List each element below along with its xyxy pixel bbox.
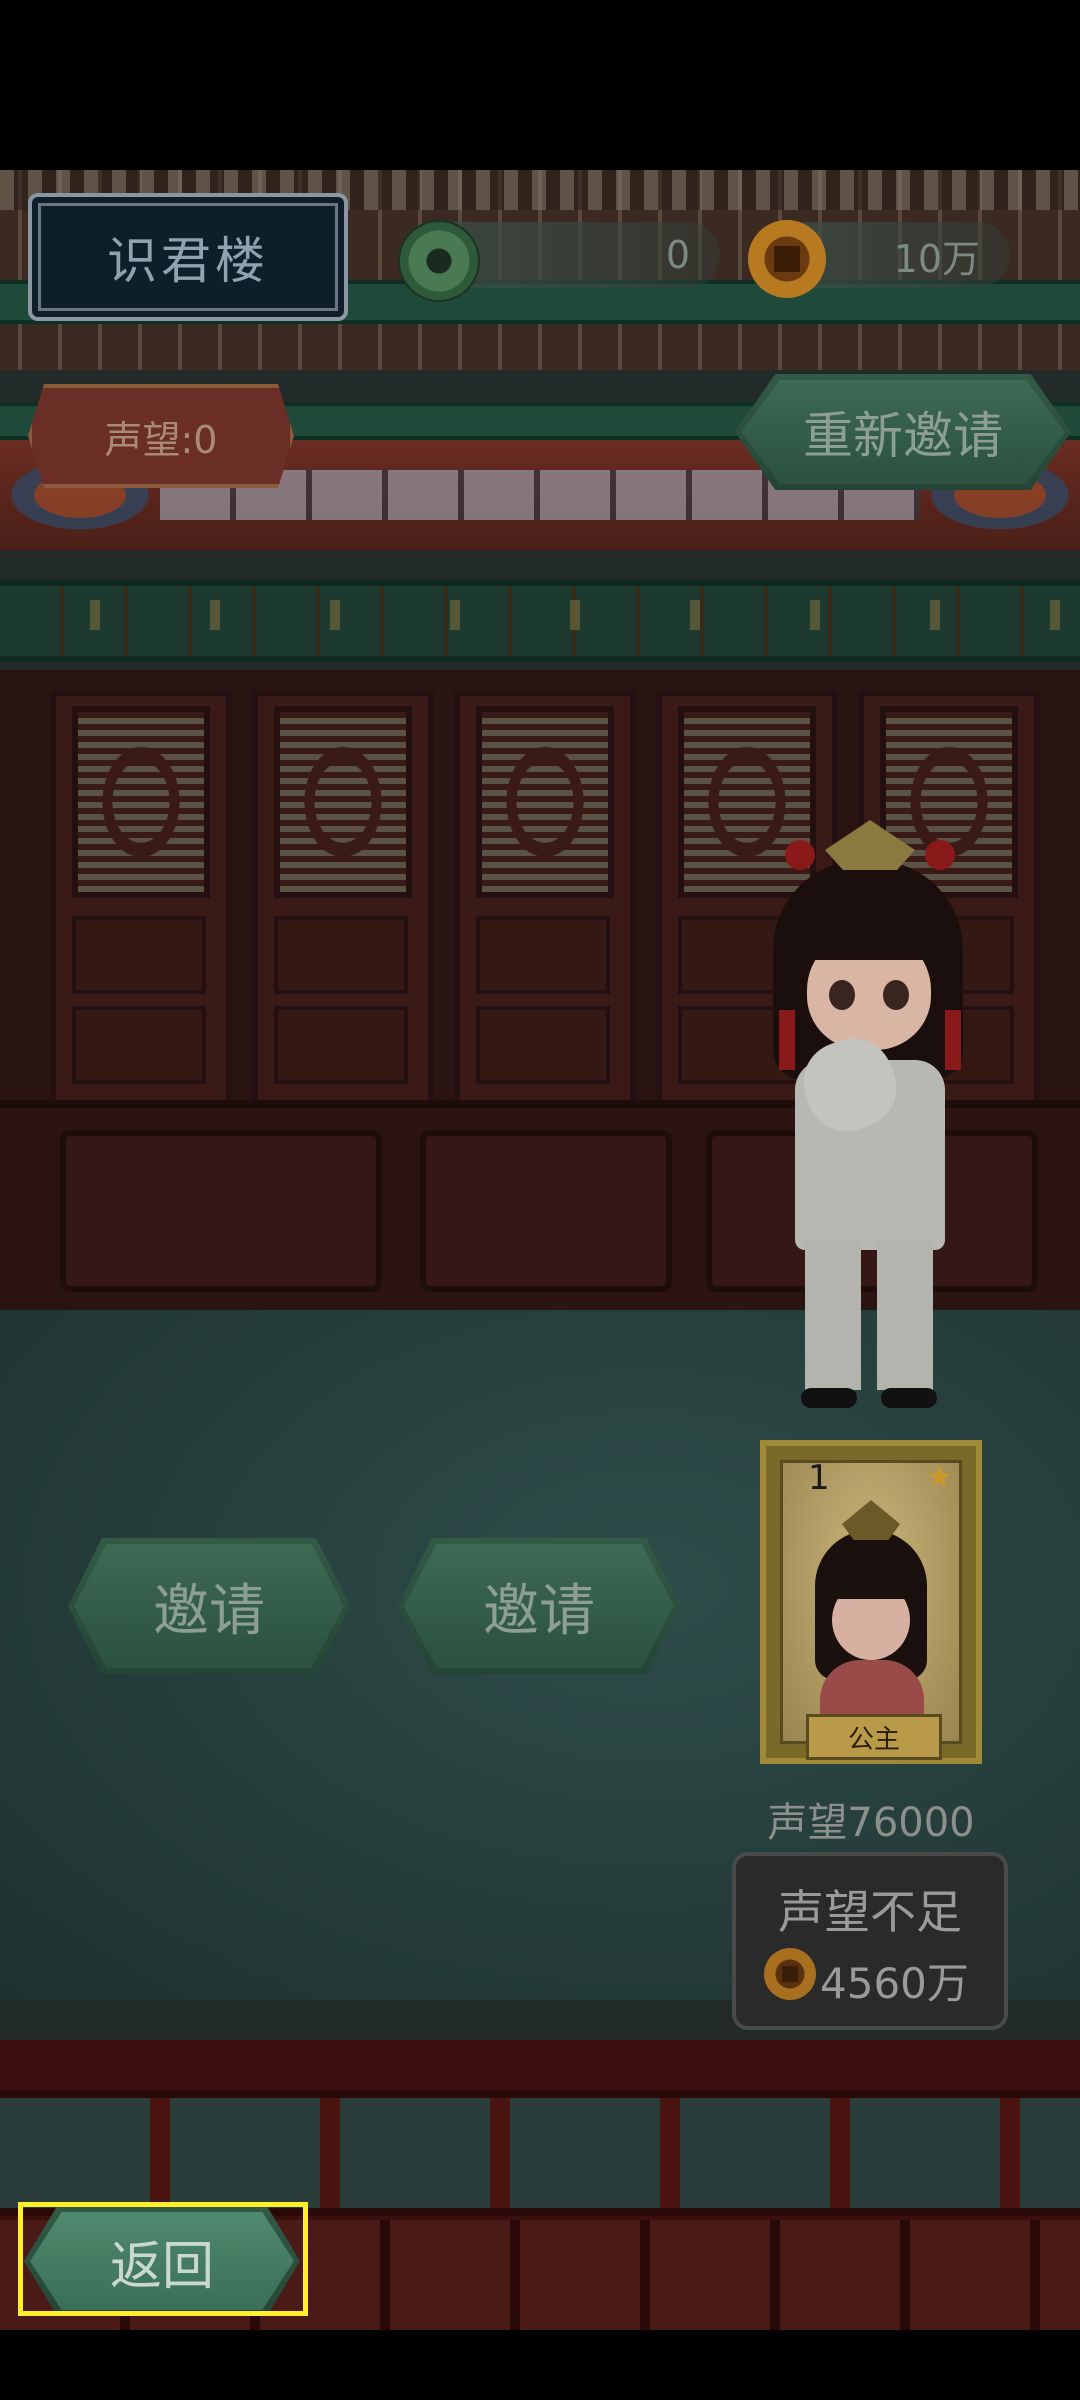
door-subpanel: [476, 1006, 610, 1084]
door-panel: [454, 690, 636, 1112]
character-leg: [877, 1240, 933, 1390]
invite-label: 邀请: [483, 1578, 595, 1644]
hair-bow: [785, 840, 815, 870]
back-button[interactable]: 返回: [24, 2206, 300, 2316]
door-subpanel: [476, 916, 610, 994]
invite-button-1[interactable]: 邀请: [68, 1538, 350, 1674]
portrait-body: [820, 1660, 924, 1716]
character-shoe: [801, 1388, 857, 1408]
character-eye: [829, 980, 855, 1010]
railing-diamonds: [0, 600, 1080, 630]
unlock-status: 声望不足: [778, 1885, 962, 1939]
unlock-cost: 4560万: [820, 1959, 969, 2008]
bottom-railing-band: [0, 2090, 1080, 2216]
hair-ornament: [825, 820, 915, 870]
reinvite-button[interactable]: 重新邀请: [735, 374, 1071, 490]
hair-bow: [925, 840, 955, 870]
door-subpanel: [274, 1006, 408, 1084]
door-subpanel: [72, 1006, 206, 1084]
jade-count: 0: [665, 233, 690, 277]
page-title: 识君楼: [28, 193, 348, 321]
gold-count: 10万: [893, 236, 980, 281]
card-rank: 1: [808, 1458, 830, 1498]
back-label: 返回: [109, 2236, 214, 2297]
wainscot-panel: [420, 1130, 672, 1292]
card-name: 公主: [806, 1714, 942, 1760]
reinvite-label: 重新邀请: [803, 407, 1003, 465]
character-shoe: [881, 1388, 937, 1408]
door-window: [72, 706, 210, 898]
door-window: [476, 706, 614, 898]
wainscot-panel: [60, 1130, 382, 1292]
gold-coin-icon: [764, 1948, 816, 2000]
character-eye: [883, 980, 909, 1010]
character-leg: [805, 1240, 861, 1390]
red-tassel: [945, 1010, 961, 1070]
game-screen: 识君楼 0 10万 声望:0 重新邀请 邀请 邀请 1 ★ 公主 声望76000…: [0, 0, 1080, 2400]
reputation-badge: 声望:0: [28, 384, 294, 488]
red-tassel: [779, 1010, 795, 1070]
door-subpanel: [72, 916, 206, 994]
jade-coin-icon: [398, 220, 480, 302]
door-window: [274, 706, 412, 898]
princess-character[interactable]: [765, 800, 975, 1420]
invite-label: 邀请: [153, 1578, 265, 1644]
door-subpanel: [274, 916, 408, 994]
invite-button-2[interactable]: 邀请: [398, 1538, 680, 1674]
star-icon: ★: [926, 1460, 953, 1495]
gold-coin-icon: [748, 220, 826, 298]
reputation-required: 声望76000: [767, 1800, 975, 1846]
door-panel: [252, 690, 434, 1112]
door-panel: [50, 690, 232, 1112]
